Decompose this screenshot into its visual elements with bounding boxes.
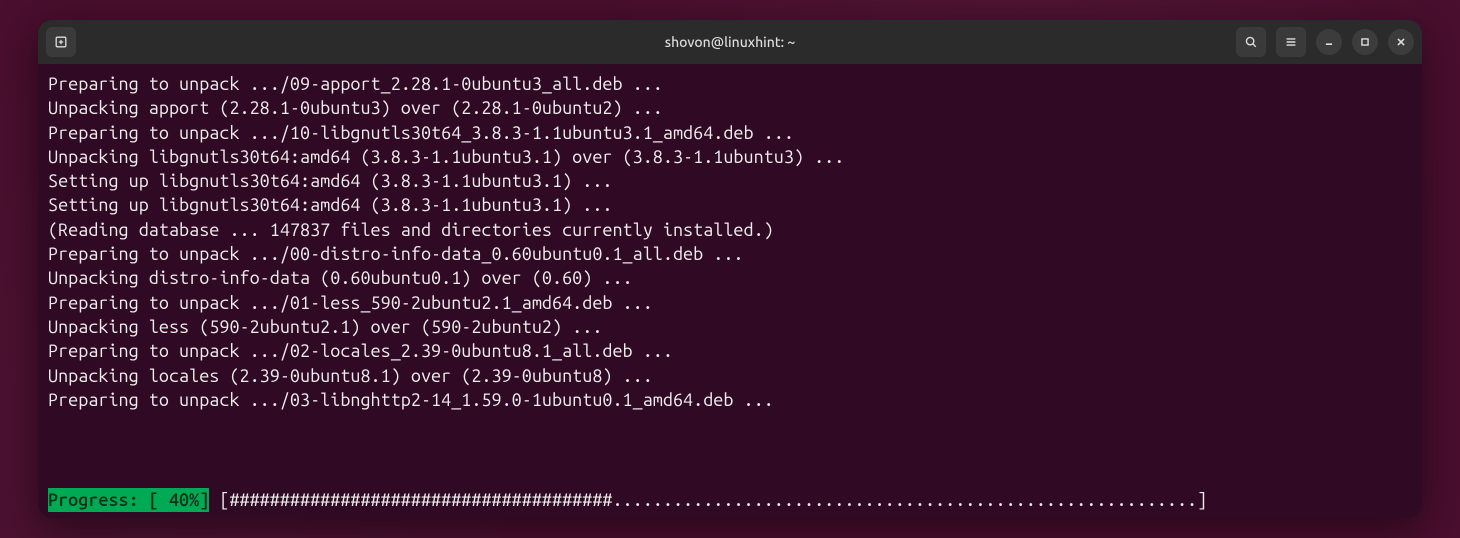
window-title: shovon@linuxhint: ~ bbox=[246, 34, 1214, 50]
terminal-line: Unpacking less (590-2ubuntu2.1) over (59… bbox=[48, 315, 1412, 339]
titlebar-right bbox=[1214, 27, 1414, 57]
terminal-line: Unpacking locales (2.39-0ubuntu8.1) over… bbox=[48, 364, 1412, 388]
titlebar: shovon@linuxhint: ~ bbox=[38, 20, 1422, 64]
terminal-line: Setting up libgnutls30t64:amd64 (3.8.3-1… bbox=[48, 193, 1412, 217]
terminal-line: Preparing to unpack .../09-apport_2.28.1… bbox=[48, 72, 1412, 96]
terminal-window: shovon@linuxhint: ~ bbox=[38, 20, 1422, 518]
progress-bar: [######################################.… bbox=[209, 488, 1217, 512]
terminal-line: Unpacking distro-info-data (0.60ubuntu0.… bbox=[48, 266, 1412, 290]
terminal-line: Preparing to unpack .../02-locales_2.39-… bbox=[48, 339, 1412, 363]
close-button[interactable] bbox=[1388, 29, 1414, 55]
maximize-button[interactable] bbox=[1352, 29, 1378, 55]
terminal-line: Preparing to unpack .../01-less_590-2ubu… bbox=[48, 291, 1412, 315]
progress-label: Progress: [ 40%] bbox=[48, 488, 209, 512]
terminal-line: Preparing to unpack .../10-libgnutls30t6… bbox=[48, 121, 1412, 145]
progress-line: Progress: [ 40%] [######################… bbox=[48, 488, 1412, 512]
terminal-line: Preparing to unpack .../00-distro-info-d… bbox=[48, 242, 1412, 266]
terminal-line: Preparing to unpack .../03-libnghttp2-14… bbox=[48, 388, 1412, 412]
terminal-body[interactable]: Preparing to unpack .../09-apport_2.28.1… bbox=[38, 64, 1422, 518]
new-tab-button[interactable] bbox=[46, 27, 76, 57]
minimize-button[interactable] bbox=[1316, 29, 1342, 55]
terminal-line: Unpacking apport (2.28.1-0ubuntu3) over … bbox=[48, 96, 1412, 120]
terminal-output: Preparing to unpack .../09-apport_2.28.1… bbox=[48, 72, 1412, 488]
hamburger-menu-button[interactable] bbox=[1276, 27, 1306, 57]
terminal-line: (Reading database ... 147837 files and d… bbox=[48, 218, 1412, 242]
titlebar-left bbox=[46, 27, 246, 57]
terminal-line: Setting up libgnutls30t64:amd64 (3.8.3-1… bbox=[48, 169, 1412, 193]
search-button[interactable] bbox=[1236, 27, 1266, 57]
terminal-line: Unpacking libgnutls30t64:amd64 (3.8.3-1.… bbox=[48, 145, 1412, 169]
